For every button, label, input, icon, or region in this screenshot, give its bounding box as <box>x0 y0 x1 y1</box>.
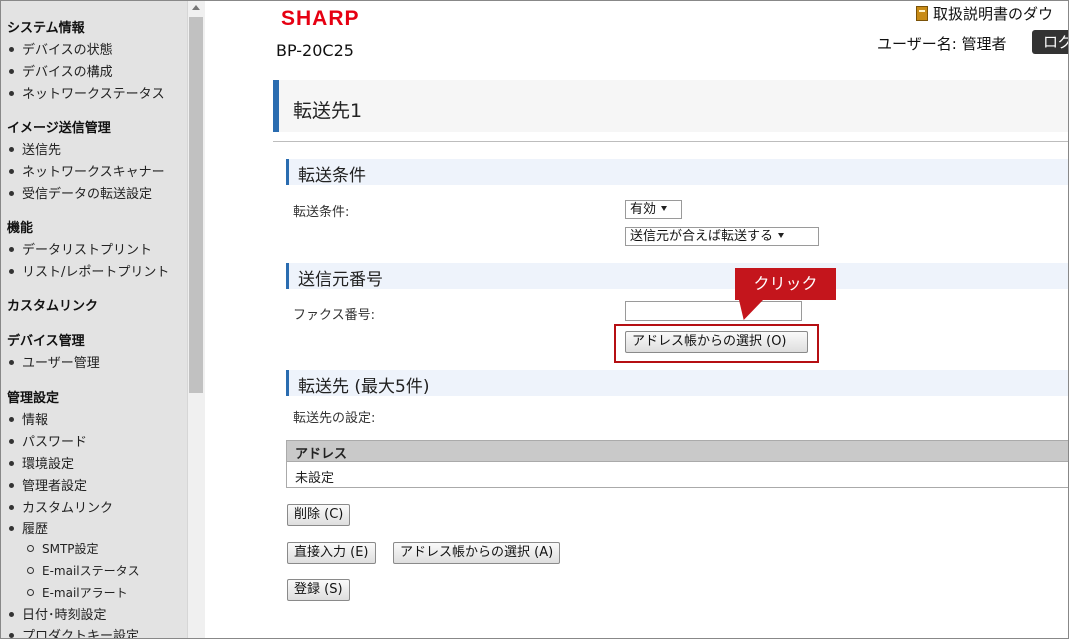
fax-number-input[interactable] <box>625 301 802 321</box>
sidebar-item-user-management[interactable]: ユーザー管理 <box>9 352 100 371</box>
scroll-up-icon[interactable] <box>192 5 200 10</box>
sidebar-item-password[interactable]: パスワード <box>9 431 87 450</box>
section-heading-condition: 転送条件 <box>286 159 1068 186</box>
destination-label: 転送先の設定: <box>293 411 376 426</box>
condition-label: 転送条件: <box>293 205 350 220</box>
fax-number-label: ファクス番号: <box>293 308 375 323</box>
manual-download-link[interactable]: 取扱説明書のダウ <box>916 3 1053 24</box>
bullet-icon <box>9 247 14 252</box>
sidebar-item-environment[interactable]: 環境設定 <box>9 453 74 472</box>
register-button[interactable]: 登録 (S) <box>287 579 350 601</box>
bullet-icon <box>9 47 14 52</box>
bullet-icon <box>9 269 14 274</box>
section-heading-source: 送信元番号 <box>286 263 1068 290</box>
divider <box>273 141 1068 142</box>
sidebar-item-network-status[interactable]: ネットワークステータス <box>9 83 165 102</box>
model-name: BP-20C25 <box>276 41 354 60</box>
circle-bullet-icon <box>27 567 34 574</box>
sidebar-item-destinations[interactable]: 送信先 <box>9 139 61 158</box>
brand-logo: SHARP <box>281 7 360 30</box>
circle-bullet-icon <box>27 589 34 596</box>
bullet-icon <box>9 191 14 196</box>
sidebar-item-data-list-print[interactable]: データリストプリント <box>9 239 152 258</box>
sidebar-item-network-scanner[interactable]: ネットワークスキャナー <box>9 161 165 180</box>
bullet-icon <box>9 417 14 422</box>
window-frame: システム情報 デバイスの状態 デバイスの構成 ネットワークステータス イメージ送… <box>0 0 1069 639</box>
bullet-icon <box>9 360 14 365</box>
bullet-icon <box>9 633 14 638</box>
sidebar-scrollbar[interactable] <box>187 1 205 638</box>
address-book-select-a-button[interactable]: アドレス帳からの選択 (A) <box>393 542 561 564</box>
sidebar-item-admin-config[interactable]: 管理者設定 <box>9 475 87 494</box>
bullet-icon <box>9 91 14 96</box>
book-icon <box>916 6 928 21</box>
bullet-icon <box>9 461 14 466</box>
address-table-header: アドレス <box>286 440 1068 462</box>
section-heading-destination: 転送先 (最大5件) <box>286 370 1068 397</box>
bullet-icon <box>9 69 14 74</box>
logout-button[interactable]: ログ <box>1032 30 1068 54</box>
condition-mode-select[interactable]: 送信元が合えば転送する <box>625 227 819 246</box>
bullet-icon <box>9 147 14 152</box>
table-row[interactable]: 未設定 <box>286 462 1068 488</box>
highlight-box <box>614 324 819 363</box>
sidebar-item-product-key[interactable]: プロダクトキー設定 <box>9 625 139 638</box>
sidebar-section-custom-link[interactable]: カスタムリンク <box>7 295 98 314</box>
page-title: 転送先1 <box>293 100 363 122</box>
sidebar-item-device-status[interactable]: デバイスの状態 <box>9 39 113 58</box>
sidebar-item-inbound-routing[interactable]: 受信データの転送設定 <box>9 183 152 202</box>
sidebar-subitem-email-status[interactable]: E-mailステータス <box>27 562 140 579</box>
sidebar-subitem-smtp[interactable]: SMTP設定 <box>27 540 99 557</box>
user-name-label: ユーザー名: 管理者 <box>877 35 1007 53</box>
bullet-icon <box>9 612 14 617</box>
direct-input-button[interactable]: 直接入力 (E) <box>287 542 376 564</box>
bullet-icon <box>9 526 14 531</box>
bullet-icon <box>9 439 14 444</box>
dropdown-arrow-icon <box>661 206 668 211</box>
dropdown-arrow-icon <box>778 233 785 238</box>
sidebar-item-history[interactable]: 履歴 <box>9 518 48 537</box>
sidebar-section-image-send[interactable]: イメージ送信管理 <box>7 117 111 136</box>
sidebar-item-info[interactable]: 情報 <box>9 409 48 428</box>
circle-bullet-icon <box>27 545 34 552</box>
sidebar-section-functions[interactable]: 機能 <box>7 217 33 236</box>
sidebar-item-device-config[interactable]: デバイスの構成 <box>9 61 113 80</box>
page-title-bar <box>273 80 1068 132</box>
sidebar-section-device-management[interactable]: デバイス管理 <box>7 330 85 349</box>
sidebar-nav: システム情報 デバイスの状態 デバイスの構成 ネットワークステータス イメージ送… <box>1 1 187 638</box>
sidebar-item-custom-link[interactable]: カスタムリンク <box>9 497 113 516</box>
click-callout: クリック <box>735 268 836 300</box>
sidebar-section-admin-settings[interactable]: 管理設定 <box>7 387 59 406</box>
bullet-icon <box>9 169 14 174</box>
scrollbar-thumb[interactable] <box>189 17 203 393</box>
sidebar-item-date-time[interactable]: 日付･時刻設定 <box>9 604 107 623</box>
condition-enable-select[interactable]: 有効 <box>625 200 682 219</box>
sidebar-item-report-print[interactable]: リスト/レポートプリント <box>9 261 169 280</box>
sidebar-subitem-email-alert[interactable]: E-mailアラート <box>27 584 128 601</box>
bullet-icon <box>9 505 14 510</box>
bullet-icon <box>9 483 14 488</box>
delete-button[interactable]: 削除 (C) <box>287 504 351 526</box>
sidebar-section-system-info[interactable]: システム情報 <box>7 17 85 36</box>
